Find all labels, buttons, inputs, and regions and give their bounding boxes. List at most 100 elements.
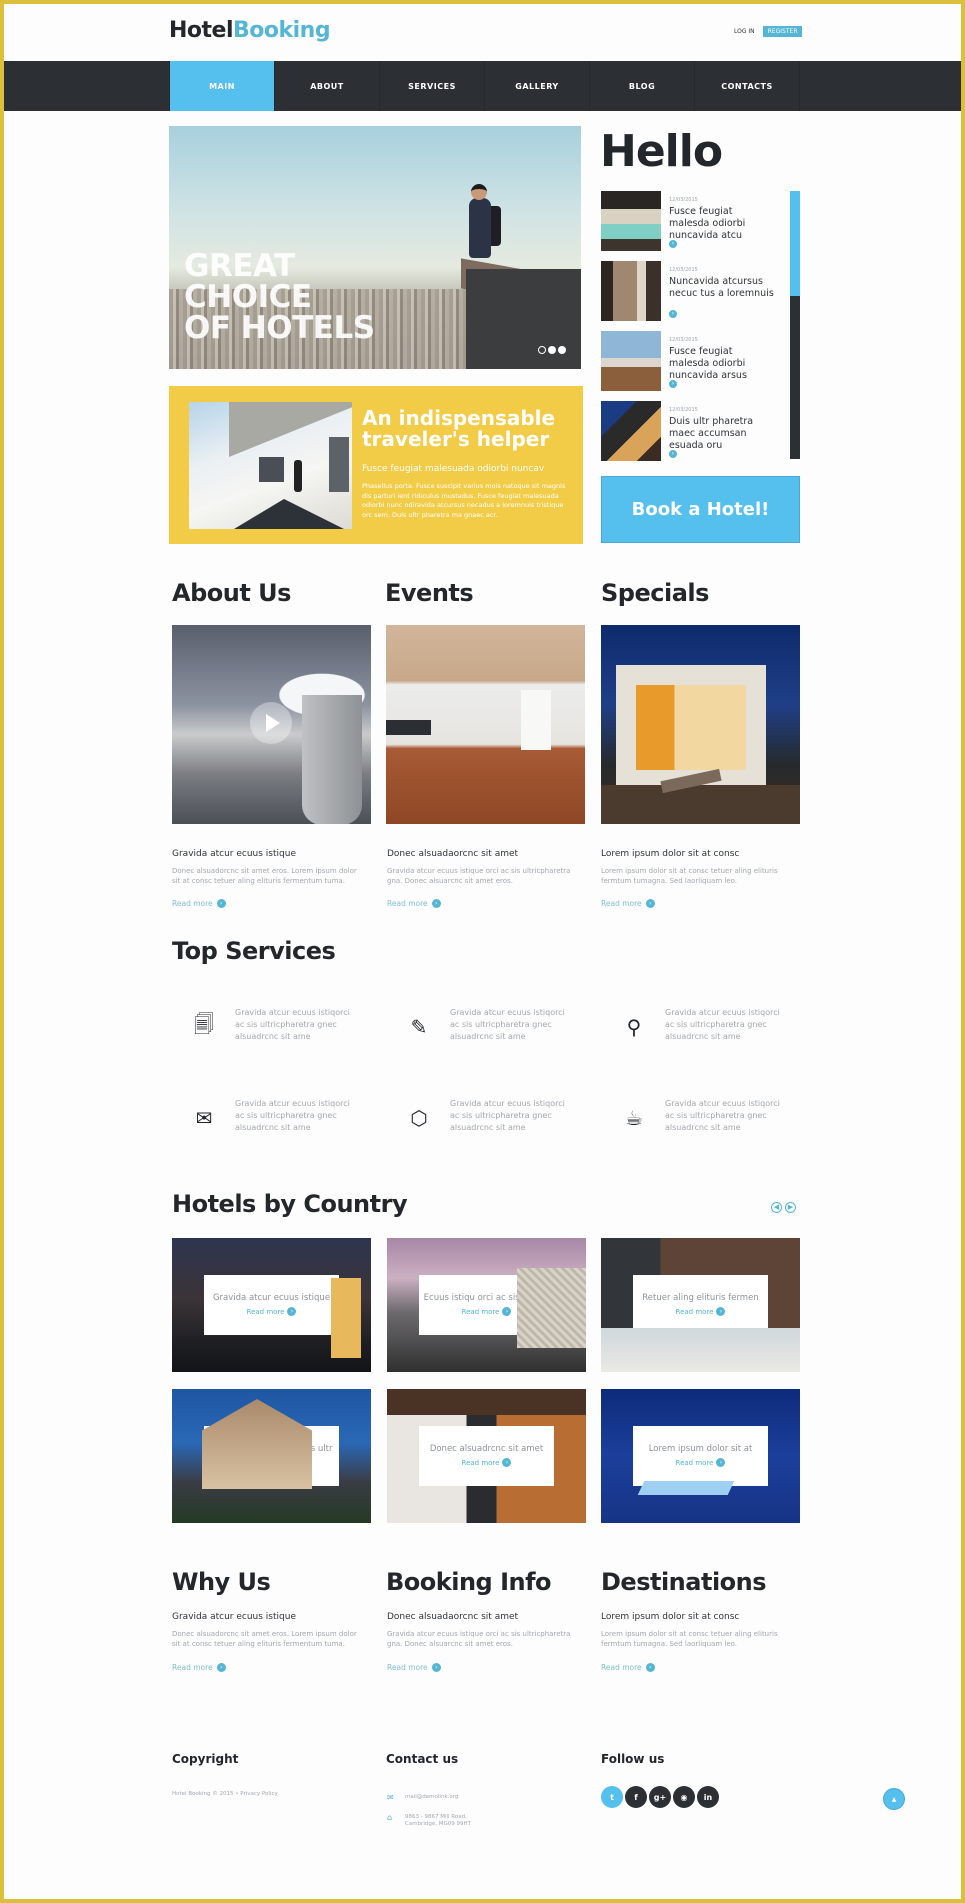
section-title-about: About Us — [172, 579, 291, 607]
read-more-link[interactable]: Read more › — [387, 1663, 441, 1672]
news-item[interactable]: 12/03/2015 Nuncavida atcursus necuc tus … — [601, 261, 776, 331]
book-hotel-button[interactable]: Book a Hotel! — [601, 476, 800, 543]
nav-item-about[interactable]: About — [275, 61, 380, 111]
register-button[interactable]: Register — [762, 26, 803, 37]
read-more-link[interactable]: Read more › — [633, 1458, 768, 1467]
google-plus-icon[interactable]: g+ — [649, 1786, 671, 1808]
service-text: Gravida atcur ecuus istiqorci ac sis ult… — [665, 1099, 780, 1132]
carousel-prev-icon[interactable]: ◀ — [771, 1202, 782, 1213]
arrow-right-icon[interactable]: › — [669, 310, 677, 318]
nav-item-contacts[interactable]: Contacts — [695, 61, 800, 111]
documents-icon: 🗐 — [194, 1012, 214, 1036]
news-thumbnail[interactable] — [601, 401, 661, 461]
read-more-label: Read more — [601, 899, 642, 908]
hotel-tile[interactable]: Lorem ipsum dolor sit at Read more › — [601, 1389, 800, 1523]
news-title[interactable]: Fusce feugiat malesda odiorbi nuncavida … — [669, 346, 774, 382]
arrow-right-icon[interactable]: › — [669, 240, 677, 248]
scroll-to-top-button[interactable]: ▲ — [883, 1788, 905, 1810]
read-more-label: Read more — [246, 1458, 285, 1467]
contact-email-text[interactable]: mail@demolink.org — [405, 1794, 458, 1801]
news-item[interactable]: 12/03/2015 Duis ultr pharetra maec accum… — [601, 401, 776, 471]
read-more-link[interactable]: Read more › — [172, 899, 226, 908]
arrow-right-icon[interactable]: › — [669, 450, 677, 458]
scrollbar-thumb[interactable] — [790, 191, 800, 296]
hotel-tile[interactable]: Gravida atcur ecuus istique Read more › — [172, 1238, 371, 1372]
column-body: Lorem ipsum dolor sit at consc tetuer al… — [601, 867, 778, 885]
section-title-events: Events — [385, 579, 474, 607]
service-item: ✉ Gravida atcur ecuus istiqorci ac sis u… — [172, 1098, 372, 1148]
news-thumbnail[interactable] — [601, 331, 661, 391]
news-thumbnail[interactable] — [601, 261, 661, 321]
nav-item-gallery[interactable]: Gallery — [485, 61, 590, 111]
arrow-right-icon: › — [645, 899, 655, 908]
read-more-link[interactable]: Read more › — [601, 1663, 655, 1672]
read-more-link[interactable]: Read more › — [419, 1307, 554, 1316]
section-title-booking-info: Booking Info — [386, 1568, 552, 1596]
service-item: 🗐 Gravida atcur ecuus istiqorci ac sis u… — [172, 1007, 372, 1057]
read-more-link[interactable]: Read more › — [633, 1307, 768, 1316]
slider-dot[interactable] — [548, 346, 556, 354]
service-text: Gravida atcur ecuus istiqorci ac sis ult… — [235, 1008, 350, 1041]
login-link[interactable]: Log in — [734, 28, 755, 35]
hotel-tile-card: Donec alsuadrcnc sit amet Read more › — [419, 1426, 554, 1486]
hero-title-line: of hotels — [184, 310, 375, 346]
service-item: ⬡ Gravida atcur ecuus istiqorci ac sis u… — [387, 1098, 587, 1148]
column-subtitle: Lorem ipsum dolor sit at consc — [601, 1612, 740, 1622]
specials-image[interactable] — [601, 625, 800, 824]
nav-item-main[interactable]: Main — [170, 61, 275, 111]
column-body: Lorem ipsum dolor sit at consc tetuer al… — [601, 1630, 778, 1648]
hotel-tile[interactable]: Retuer aling elituris fermen Read more › — [601, 1238, 800, 1372]
arrow-right-icon: › — [287, 1307, 297, 1316]
banner-image-person — [294, 460, 302, 492]
news-item[interactable]: 12/03/2015 Fusce feugiat malesda odiorbi… — [601, 331, 776, 401]
read-more-label: Read more — [387, 899, 428, 908]
read-more-link[interactable]: Read more › — [172, 1663, 226, 1672]
news-title[interactable]: Nuncavida atcursus necuc tus a loremnuis — [669, 276, 774, 300]
arrow-right-icon[interactable]: › — [669, 380, 677, 388]
column-subtitle: Gravida atcur ecuus istique — [172, 849, 296, 859]
read-more-label: Read more — [172, 899, 213, 908]
nav-item-services[interactable]: Services — [380, 61, 485, 111]
news-item[interactable]: 12/03/2015 Fusce feugiat malesda odiorbi… — [601, 191, 776, 261]
read-more-link[interactable]: Read more › — [204, 1307, 339, 1316]
read-more-link[interactable]: Read more › — [601, 899, 655, 908]
slider-dot[interactable] — [538, 346, 546, 354]
contact-email[interactable]: ✉ mail@demolink.org — [387, 1794, 458, 1802]
nav-item-blog[interactable]: Blog — [590, 61, 695, 111]
twitter-icon[interactable]: t — [601, 1786, 623, 1808]
facebook-icon[interactable]: f — [625, 1786, 647, 1808]
about-image-pillar — [302, 695, 362, 824]
hotel-tile[interactable]: Donec alsuadrcnc sit amet Read more › — [387, 1389, 586, 1523]
hotel-tile-card: Retuer aling elituris fermen Read more › — [633, 1275, 768, 1335]
hotel-tile-card: Ecuus istiqu orci ac sis ultricp Read mo… — [419, 1275, 554, 1335]
news-scrollbar[interactable] — [790, 191, 800, 459]
contact-address-text: 9863 - 9867 Mill Road, Cambridge, MG09 9… — [405, 1814, 471, 1828]
linkedin-icon[interactable]: in — [697, 1786, 719, 1808]
about-video-thumbnail[interactable] — [172, 625, 371, 824]
service-text: Gravida atcur ecuus istiqorci ac sis ult… — [450, 1099, 565, 1132]
coffee-cup-icon: ☕ — [625, 1106, 643, 1130]
news-title[interactable]: Duis ultr pharetra maec accumsan esuada … — [669, 416, 774, 452]
hotel-tile[interactable]: Ecuus istiqu orci ac sis ultricp Read mo… — [387, 1238, 586, 1372]
address-line: Cambridge, MG09 99HT — [405, 1821, 471, 1827]
read-more-link[interactable]: Read more › — [387, 899, 441, 908]
site-logo[interactable]: HotelBooking — [169, 18, 331, 43]
service-item: ☕ Gravida atcur ecuus istiqorci ac sis u… — [602, 1098, 802, 1148]
read-more-link[interactable]: Read more › — [204, 1458, 339, 1467]
hero-slider[interactable]: Great choice of hotels — [169, 126, 581, 369]
hotel-tile[interactable]: Eur ecuus istiqorci ac sis ultr Read mor… — [172, 1389, 371, 1523]
read-more-link[interactable]: Read more › — [419, 1458, 554, 1467]
rss-icon[interactable]: ◉ — [673, 1786, 695, 1808]
home-icon: ⌂ — [387, 1813, 393, 1822]
arrow-right-icon: › — [287, 1458, 297, 1467]
read-more-label: Read more — [461, 1307, 500, 1316]
news-date: 12/03/2015 — [669, 267, 698, 273]
section-title-top-services: Top Services — [172, 937, 336, 965]
copyright-text[interactable]: Hotel Booking © 2015 • Privacy Policy — [172, 1791, 278, 1797]
slider-dot[interactable] — [558, 346, 566, 354]
play-icon[interactable] — [250, 702, 292, 744]
carousel-next-icon[interactable]: ▶ — [785, 1202, 796, 1213]
news-title[interactable]: Fusce feugiat malesda odiorbi nuncavida … — [669, 206, 774, 242]
events-image[interactable] — [386, 625, 585, 824]
news-thumbnail[interactable] — [601, 191, 661, 251]
